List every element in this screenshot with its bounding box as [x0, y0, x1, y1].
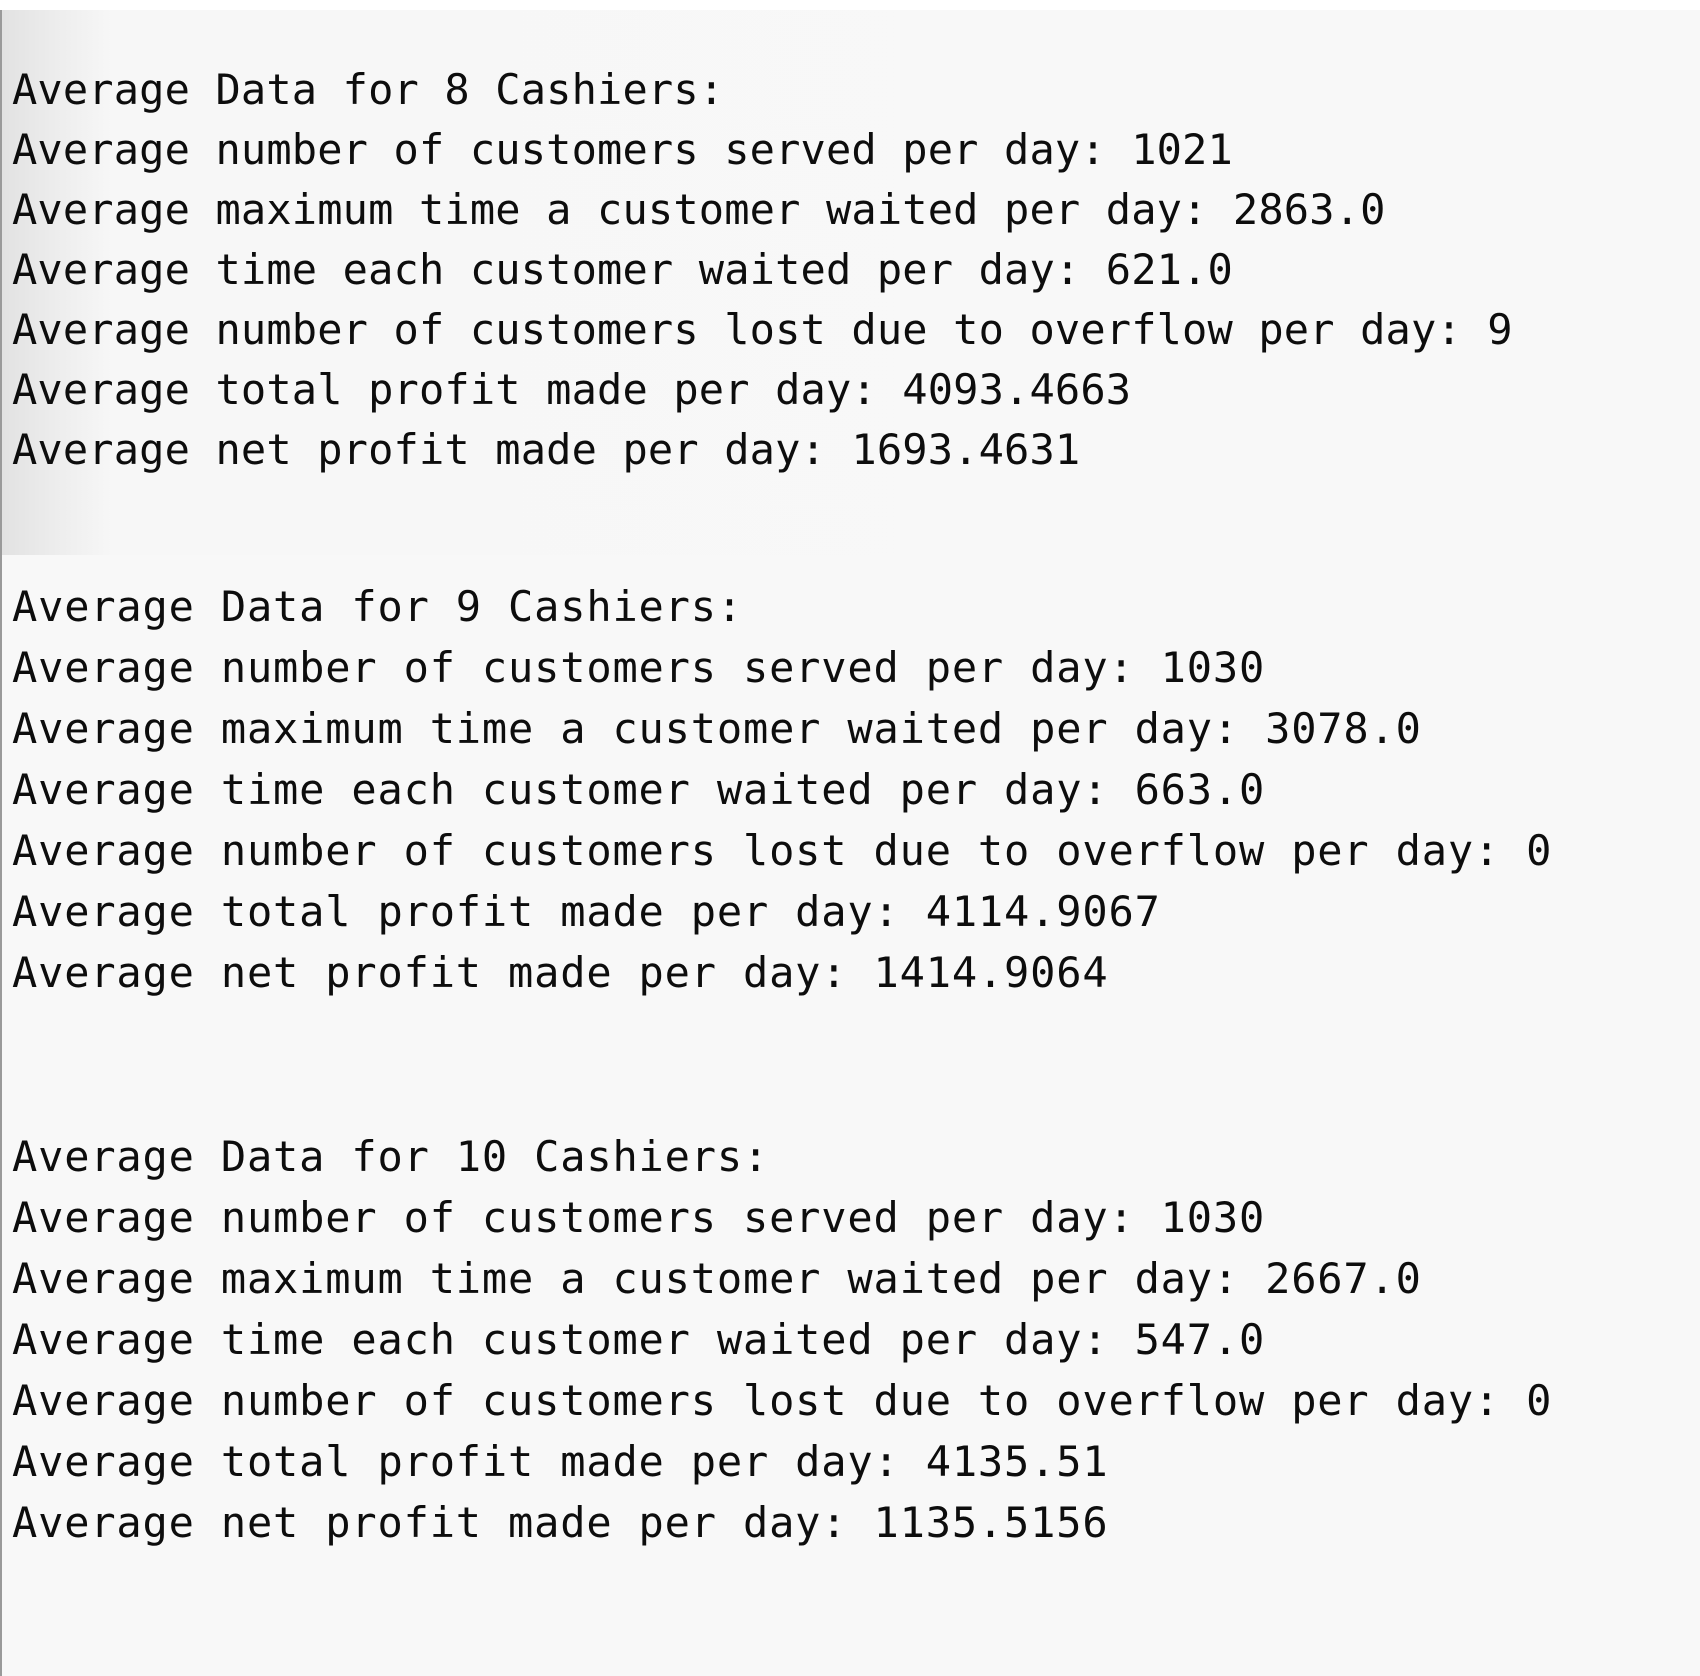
cashier-10-data-block: Average Data for 10 Cashiers: Average nu…	[12, 1126, 1552, 1553]
avg-wait-time-line: Average time each customer waited per da…	[12, 765, 1266, 814]
cashier-9-data-block: Average Data for 9 Cashiers: Average num…	[12, 576, 1552, 1003]
console-output-panel-bottom: Average Data for 9 Cashiers: Average num…	[0, 555, 1700, 1676]
avg-wait-time-line: Average time each customer waited per da…	[12, 1315, 1266, 1364]
customers-lost-line: Average number of customers lost due to …	[12, 826, 1553, 875]
block-heading: Average Data for 10 Cashiers:	[12, 1132, 770, 1181]
customers-served-line: Average number of customers served per d…	[12, 1193, 1266, 1242]
console-output-panel-top: Average Data for 8 Cashiers: Average num…	[0, 10, 1700, 555]
net-profit-line: Average net profit made per day: 1414.90…	[12, 948, 1109, 997]
total-profit-line: Average total profit made per day: 4135.…	[12, 1437, 1109, 1486]
net-profit-line: Average net profit made per day: 1693.46…	[12, 425, 1081, 474]
total-profit-line: Average total profit made per day: 4114.…	[12, 887, 1161, 936]
customers-served-line: Average number of customers served per d…	[12, 643, 1266, 692]
net-profit-line: Average net profit made per day: 1135.51…	[12, 1498, 1109, 1547]
customers-served-line: Average number of customers served per d…	[12, 125, 1233, 174]
cashier-8-data-block: Average Data for 8 Cashiers: Average num…	[12, 60, 1513, 480]
total-profit-line: Average total profit made per day: 4093.…	[12, 365, 1132, 414]
block-heading: Average Data for 9 Cashiers:	[12, 582, 743, 631]
avg-wait-time-line: Average time each customer waited per da…	[12, 245, 1233, 294]
customers-lost-line: Average number of customers lost due to …	[12, 305, 1513, 354]
block-heading: Average Data for 8 Cashiers:	[12, 65, 725, 114]
max-wait-time-line: Average maximum time a customer waited p…	[12, 704, 1422, 753]
customers-lost-line: Average number of customers lost due to …	[12, 1376, 1553, 1425]
max-wait-time-line: Average maximum time a customer waited p…	[12, 1254, 1422, 1303]
max-wait-time-line: Average maximum time a customer waited p…	[12, 185, 1386, 234]
